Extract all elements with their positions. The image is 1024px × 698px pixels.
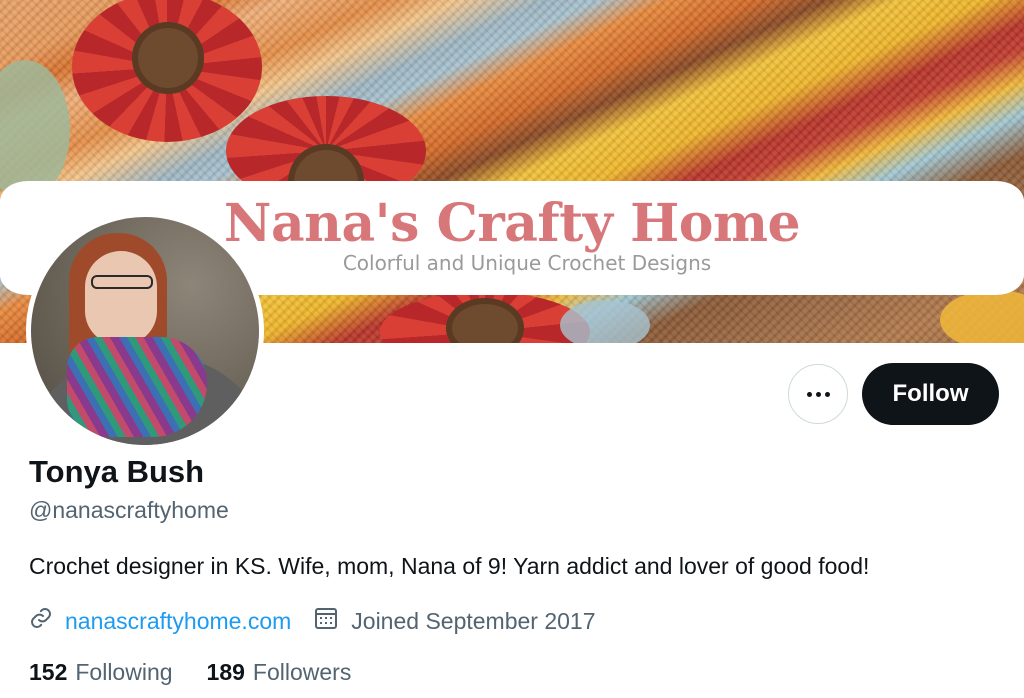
following-stat[interactable]: 152 Following <box>29 659 173 686</box>
website-item: nanascraftyhome.com <box>29 606 291 636</box>
yarn-texture <box>560 300 650 343</box>
follow-button[interactable]: Follow <box>862 363 999 425</box>
link-icon <box>29 606 53 636</box>
follow-stats: 152 Following 189 Followers <box>29 659 351 686</box>
yarn-texture <box>0 60 70 200</box>
more-options-icon <box>806 391 830 397</box>
more-options-button[interactable] <box>788 364 848 424</box>
joined-item: Joined September 2017 <box>313 605 596 637</box>
following-label: Following <box>75 659 173 685</box>
user-handle: @nanascraftyhome <box>29 497 229 523</box>
followers-count: 189 <box>206 659 245 685</box>
display-name: Tonya Bush <box>29 454 205 489</box>
website-link[interactable]: nanascraftyhome.com <box>65 608 291 635</box>
following-count: 152 <box>29 659 68 685</box>
crochet-flower-decoration <box>380 292 590 343</box>
yarn-texture <box>940 290 1024 343</box>
calendar-icon <box>313 605 339 637</box>
followers-label: Followers <box>252 659 352 685</box>
profile-bio: Crochet designer in KS. Wife, mom, Nana … <box>29 553 870 579</box>
followers-stat[interactable]: 189 Followers <box>207 659 352 686</box>
avatar[interactable] <box>26 212 264 450</box>
avatar-photo <box>31 217 259 445</box>
profile-meta: nanascraftyhome.com Joined September 201… <box>29 605 596 637</box>
joined-date: Joined September 2017 <box>351 607 596 634</box>
crochet-flower-decoration <box>72 0 262 142</box>
